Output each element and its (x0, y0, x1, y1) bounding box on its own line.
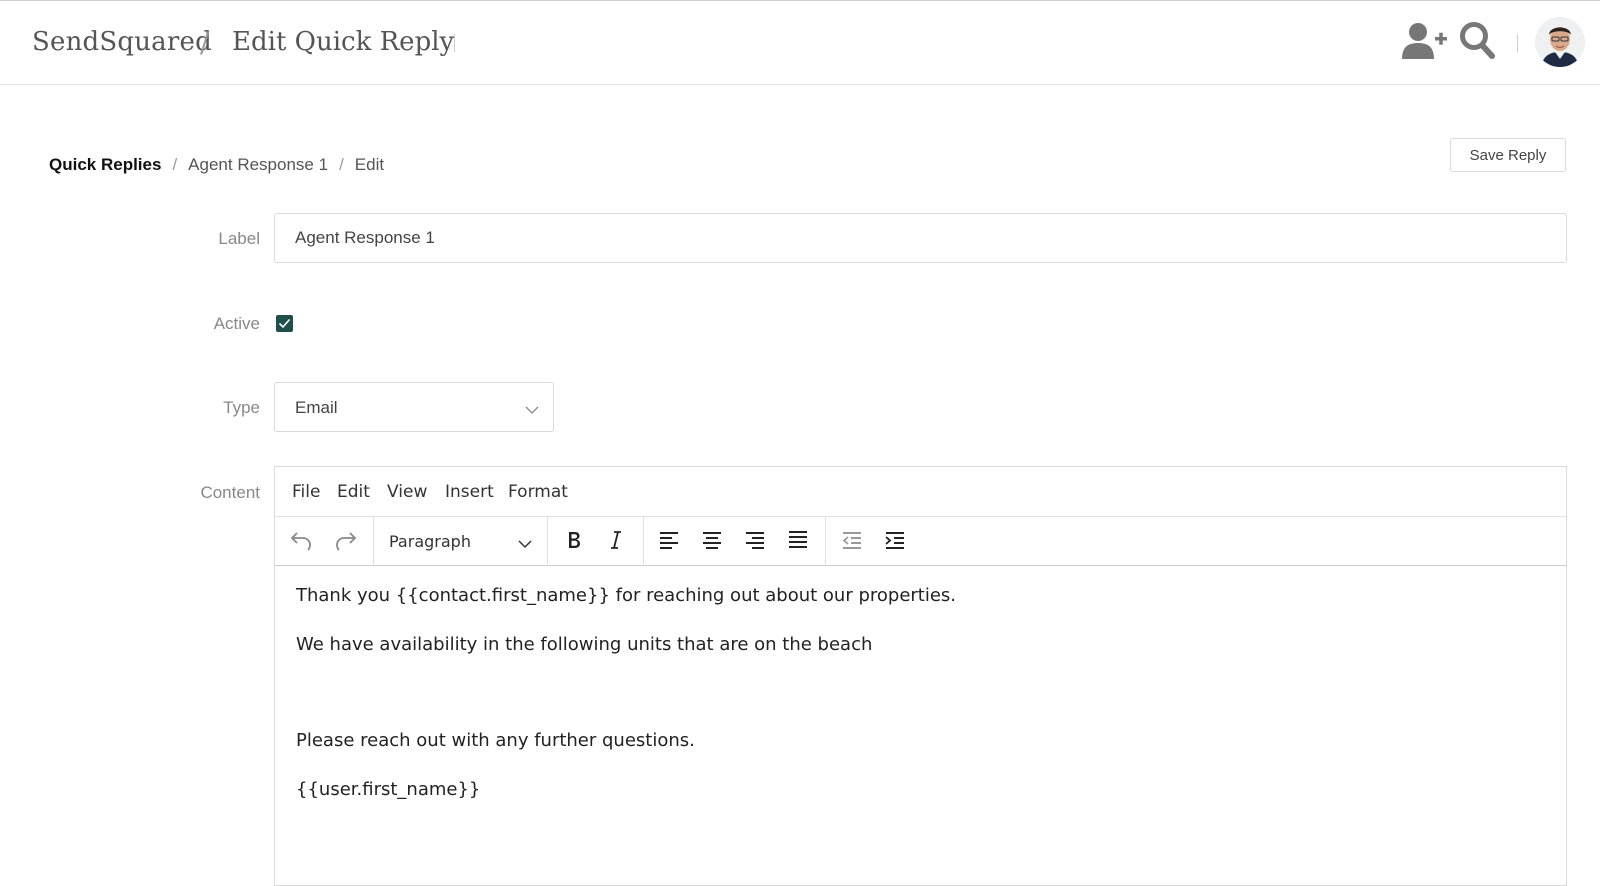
content-paragraph: {{user.first_name}} (296, 779, 481, 800)
align-center-icon[interactable] (696, 524, 728, 556)
menu-format[interactable]: Format (508, 482, 568, 502)
chevron-down-icon (518, 536, 532, 554)
toolbar-divider (825, 516, 826, 565)
menu-edit[interactable]: Edit (337, 482, 370, 502)
editor-menubar: File Edit View Insert Format (275, 467, 1566, 517)
content-paragraph: Please reach out with any further questi… (296, 730, 695, 751)
breadcrumb-agent-response[interactable]: Agent Response 1 (188, 155, 328, 174)
breadcrumb-edit: Edit (354, 155, 385, 174)
label-field-label: Label (218, 229, 260, 248)
indent-icon[interactable] (879, 524, 911, 556)
search-icon[interactable] (1459, 21, 1497, 66)
block-format-select[interactable]: Paragraph (389, 532, 471, 551)
active-field-label: Active (213, 314, 260, 333)
bold-icon[interactable] (558, 524, 590, 556)
type-select[interactable]: Email (274, 382, 554, 432)
header-divider (1517, 34, 1518, 52)
top-bar: SendSquared / Edit Quick Reply (0, 0, 1600, 85)
italic-icon[interactable] (600, 524, 632, 556)
avatar[interactable] (1535, 17, 1585, 67)
toolbar-divider (547, 516, 548, 565)
breadcrumb-separator: / (339, 155, 344, 174)
redo-icon[interactable] (330, 524, 362, 556)
chevron-down-icon (525, 402, 539, 420)
rich-text-editor: File Edit View Insert Format Paragraph T… (274, 466, 1567, 886)
type-field-label: Type (223, 398, 260, 417)
brand-name[interactable]: SendSquared (32, 27, 212, 57)
content-paragraph: We have availability in the following un… (296, 634, 873, 655)
toolbar-divider (373, 516, 374, 565)
type-select-value: Email (295, 398, 338, 417)
undo-icon[interactable] (285, 524, 317, 556)
add-user-icon[interactable] (1402, 21, 1448, 66)
align-justify-icon[interactable] (782, 524, 814, 556)
align-right-icon[interactable] (739, 524, 771, 556)
menu-view[interactable]: View (387, 482, 427, 502)
editor-toolbar: Paragraph (275, 516, 1566, 566)
title-divider (454, 34, 455, 52)
toolbar-divider (643, 516, 644, 565)
outdent-icon[interactable] (836, 524, 868, 556)
content-field-label: Content (200, 483, 260, 502)
content-paragraph: Thank you {{contact.first_name}} for rea… (296, 585, 957, 606)
menu-insert[interactable]: Insert (445, 482, 494, 502)
save-reply-button[interactable]: Save Reply (1450, 138, 1566, 172)
menu-file[interactable]: File (292, 482, 320, 502)
label-input[interactable] (274, 213, 1567, 263)
breadcrumb-quick-replies[interactable]: Quick Replies (49, 155, 161, 174)
title-separator: / (200, 26, 210, 59)
align-left-icon[interactable] (653, 524, 685, 556)
active-checkbox[interactable] (276, 315, 293, 332)
page-title: Edit Quick Reply (232, 27, 455, 57)
breadcrumb: Quick Replies / Agent Response 1 / Edit (49, 155, 384, 175)
breadcrumb-separator: / (172, 155, 178, 174)
